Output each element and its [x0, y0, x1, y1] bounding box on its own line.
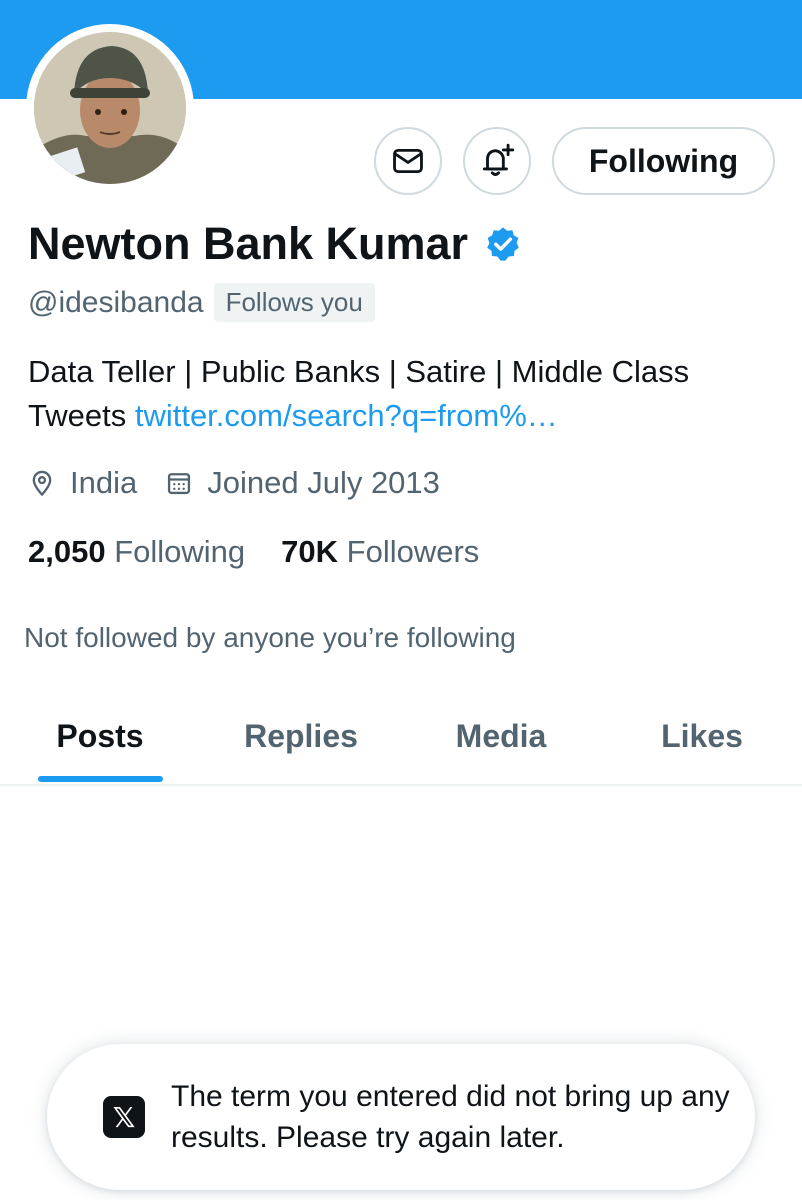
active-tab-indicator	[38, 776, 163, 782]
follow-stats: 2,050 Following 70K Followers	[28, 534, 515, 570]
toast-message: The term you entered did not bring up an…	[171, 1080, 730, 1154]
followers-label: Followers	[346, 534, 480, 569]
joined-item: Joined July 2013	[165, 465, 440, 501]
error-toast[interactable]: 𝕏 The term you entered did not bring up …	[47, 1044, 755, 1190]
notifications-button[interactable]	[463, 127, 531, 195]
tab-media[interactable]: Media	[401, 690, 601, 782]
location-pin-icon	[32, 470, 52, 496]
avatar[interactable]	[34, 32, 186, 184]
envelope-icon	[393, 148, 423, 174]
bio-link[interactable]: twitter.com/search?q=from%…	[135, 398, 558, 433]
avatar-image	[34, 32, 186, 184]
profile-name: Newton Bank Kumar	[28, 218, 469, 269]
x-logo-icon: 𝕏	[103, 1096, 145, 1138]
profile-meta: India Joined July 2013	[28, 465, 468, 501]
profile-tabs: Posts Replies Media Likes	[0, 690, 802, 786]
joined-date: Joined July 2013	[207, 465, 440, 500]
followers-stat[interactable]: 70K Followers	[281, 534, 479, 570]
follows-you-badge: Follows you	[213, 283, 375, 322]
avatar-frame	[26, 24, 194, 192]
following-count: 2,050	[28, 534, 106, 569]
bell-plus-icon	[482, 143, 515, 176]
following-label: Following	[114, 534, 246, 569]
handle-row: @idesibanda Follows you	[28, 283, 375, 322]
tab-likes[interactable]: Likes	[602, 690, 802, 782]
profile-handle: @idesibanda	[28, 285, 204, 319]
following-button[interactable]: Following	[552, 127, 775, 195]
followers-count: 70K	[281, 534, 339, 569]
calendar-icon	[168, 473, 191, 495]
following-stat[interactable]: 2,050 Following	[28, 534, 245, 570]
profile-name-row: Newton Bank Kumar	[28, 218, 522, 270]
tab-replies[interactable]: Replies	[201, 690, 401, 782]
message-button[interactable]	[374, 127, 442, 195]
profile-bio: Data Teller | Public Banks | Satire | Mi…	[28, 350, 778, 438]
mutual-followers-note: Not followed by anyone you’re following	[24, 622, 516, 653]
verified-badge-icon[interactable]	[484, 225, 522, 263]
tab-posts[interactable]: Posts	[0, 690, 200, 782]
location-text: India	[70, 465, 138, 500]
location-item: India	[28, 465, 137, 501]
